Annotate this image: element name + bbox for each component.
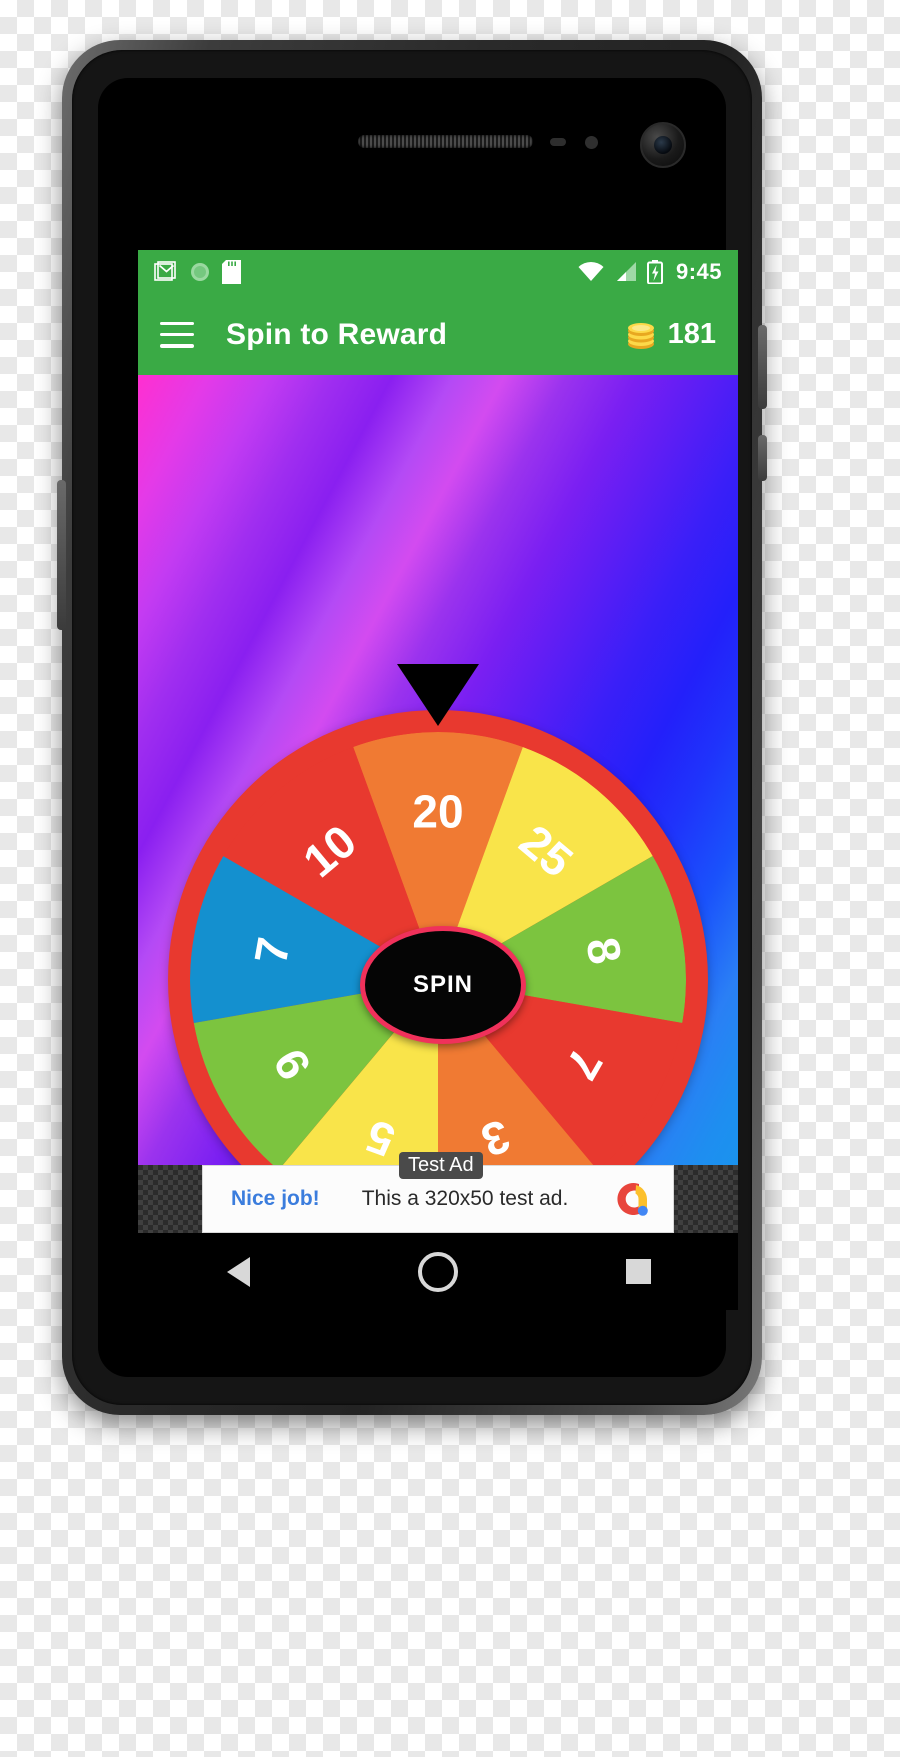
android-navigation-bar (138, 1233, 738, 1310)
wifi-icon (578, 261, 604, 281)
earpiece-speaker (358, 135, 533, 148)
phone-bezel: 9:45 Spin to Reward 181 20 25 8 7 3 5 9 … (98, 78, 738, 1377)
coin-balance[interactable]: 181 (624, 318, 716, 351)
ad-body-label: This a 320x50 test ad. (361, 1187, 569, 1210)
page-title: Spin to Reward (226, 317, 448, 351)
coin-count-label: 181 (667, 318, 716, 350)
ad-banner-container: Nice job! This a 320x50 test ad. Test Ad (138, 1152, 738, 1233)
recents-nav-icon[interactable] (593, 1242, 683, 1302)
phone-inner-shell: 9:45 Spin to Reward 181 20 25 8 7 3 5 9 … (72, 50, 752, 1405)
ad-banner[interactable]: Nice job! This a 320x50 test ad. Test Ad (202, 1152, 674, 1233)
signal-icon (616, 262, 636, 281)
phone-screen: 9:45 Spin to Reward 181 20 25 8 7 3 5 9 … (138, 250, 738, 1310)
spin-button[interactable]: SPIN (360, 926, 526, 1044)
ad-test-badge: Test Ad (399, 1152, 483, 1179)
transparent-canvas: 9:45 Spin to Reward 181 20 25 8 7 3 5 9 … (0, 0, 900, 1757)
phone-device-frame: 9:45 Spin to Reward 181 20 25 8 7 3 5 9 … (57, 40, 767, 1415)
status-bar-left-icons (154, 260, 241, 284)
power-button[interactable] (758, 325, 767, 409)
back-nav-icon[interactable] (193, 1242, 283, 1302)
spin-wheel[interactable]: 20 25 8 7 3 5 9 7 10 SPIN (168, 664, 708, 1165)
light-sensor (585, 136, 598, 149)
admob-logo-icon (617, 1183, 648, 1216)
volume-rocker-button[interactable] (57, 480, 66, 630)
front-camera-lens (654, 136, 672, 154)
ad-cta-label[interactable]: Nice job! (231, 1187, 320, 1211)
status-bar: 9:45 (138, 250, 738, 294)
proximity-sensor (550, 138, 566, 146)
sync-icon (191, 263, 209, 281)
side-button-secondary[interactable] (758, 435, 767, 481)
coin-stack-icon (627, 322, 654, 349)
front-camera (640, 122, 686, 168)
sd-card-icon (222, 260, 241, 284)
gmail-icon (154, 261, 176, 281)
main-content: 20 25 8 7 3 5 9 7 10 SPIN (138, 375, 738, 1165)
wheel-segment-label: 20 (412, 785, 463, 837)
app-bar: Spin to Reward 181 (138, 294, 738, 375)
triangle-pointer-icon (397, 664, 479, 726)
status-bar-right-icons: 9:45 (577, 259, 722, 285)
battery-charging-icon (646, 260, 663, 284)
status-bar-clock: 9:45 (675, 259, 722, 284)
hamburger-menu-icon[interactable] (160, 321, 194, 348)
spin-button-label: SPIN (412, 971, 473, 998)
home-nav-icon[interactable] (393, 1242, 483, 1302)
